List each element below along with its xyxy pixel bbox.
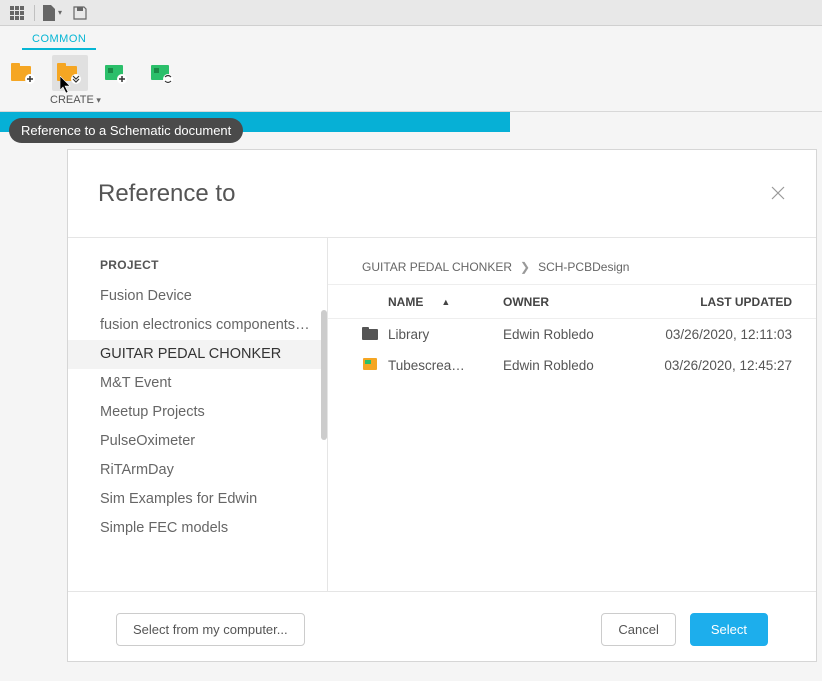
tab-common[interactable]: COMMON	[22, 29, 96, 50]
sidebar-item[interactable]: RiTArmDay	[68, 456, 327, 485]
sort-asc-icon: ▲	[441, 297, 450, 307]
save-icon[interactable]	[67, 2, 93, 24]
row-owner: Edwin Robledo	[503, 327, 638, 342]
sidebar-item[interactable]: M&T Event	[68, 369, 327, 398]
sidebar-item[interactable]: GUITAR PEDAL CHONKER	[68, 340, 327, 369]
ribbon-tabs: COMMON	[0, 26, 822, 50]
new-design-button[interactable]	[6, 55, 42, 91]
row-updated: 03/26/2020, 12:45:27	[638, 358, 792, 373]
row-owner: Edwin Robledo	[503, 358, 638, 373]
reference-dialog: Reference to PROJECT Fusion Devicefusion…	[67, 149, 817, 662]
sidebar-item[interactable]: Sim Examples for Edwin	[68, 485, 327, 514]
new-pcb-button[interactable]	[98, 55, 134, 91]
select-from-computer-button[interactable]: Select from my computer...	[116, 613, 305, 646]
dialog-footer: Select from my computer... Cancel Select	[68, 591, 816, 661]
create-panel-label[interactable]: CREATE	[6, 92, 816, 106]
sidebar-item[interactable]: Simple FEC models	[68, 514, 327, 543]
tooltip: Reference to a Schematic document	[9, 118, 243, 143]
breadcrumb-item[interactable]: GUITAR PEDAL CHONKER	[362, 260, 512, 274]
reference-pcb-button[interactable]	[144, 55, 180, 91]
column-updated[interactable]: LAST UPDATED	[638, 295, 792, 309]
breadcrumb: GUITAR PEDAL CHONKER ❯ SCH-PCBDesign	[328, 238, 816, 284]
column-owner[interactable]: OWNER	[503, 295, 638, 309]
quick-access-toolbar: ▾	[0, 0, 822, 26]
cancel-button[interactable]: Cancel	[601, 613, 675, 646]
close-icon[interactable]	[770, 185, 788, 203]
dialog-header: Reference to	[68, 150, 816, 238]
column-name[interactable]: NAME ▲	[388, 295, 503, 309]
sidebar-scrollbar[interactable]	[321, 310, 327, 440]
table-row[interactable]: LibraryEdwin Robledo03/26/2020, 12:11:03	[328, 319, 816, 350]
document-icon	[362, 357, 388, 374]
sidebar-heading: PROJECT	[68, 258, 327, 282]
separator	[34, 5, 35, 21]
row-name: Tubescrea…	[388, 358, 503, 373]
sidebar-item[interactable]: fusion electronics components ...	[68, 311, 327, 340]
apps-grid-icon[interactable]	[4, 2, 30, 24]
row-name: Library	[388, 327, 503, 342]
chevron-right-icon: ❯	[520, 260, 530, 274]
sidebar-item[interactable]: Meetup Projects	[68, 398, 327, 427]
file-menu-icon[interactable]: ▾	[39, 2, 65, 24]
breadcrumb-item[interactable]: SCH-PCBDesign	[538, 260, 629, 274]
folder-icon	[362, 326, 388, 343]
reference-design-button[interactable]	[52, 55, 88, 91]
select-button[interactable]: Select	[690, 613, 768, 646]
table-header: NAME ▲ OWNER LAST UPDATED	[328, 284, 816, 319]
sidebar-item[interactable]: PulseOximeter	[68, 427, 327, 456]
file-browser: GUITAR PEDAL CHONKER ❯ SCH-PCBDesign NAM…	[328, 238, 816, 591]
sidebar-item[interactable]: Fusion Device	[68, 282, 327, 311]
project-sidebar: PROJECT Fusion Devicefusion electronics …	[68, 238, 328, 591]
dialog-title: Reference to	[98, 180, 235, 208]
table-row[interactable]: Tubescrea…Edwin Robledo03/26/2020, 12:45…	[328, 350, 816, 381]
row-updated: 03/26/2020, 12:11:03	[638, 327, 792, 342]
ribbon-panel: CREATE	[0, 50, 822, 112]
